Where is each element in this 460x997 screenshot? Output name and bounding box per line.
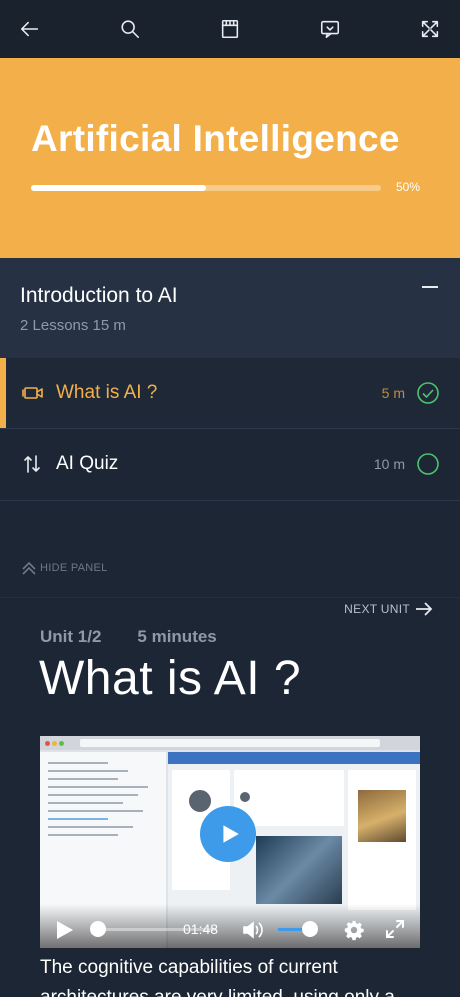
hide-panel-button[interactable]: HIDE PANEL [20, 560, 108, 576]
expand-button[interactable] [418, 17, 442, 41]
active-indicator [0, 358, 6, 428]
lesson-item-what-is-ai[interactable]: What is AI ? 5 m [0, 358, 460, 428]
fullscreen-icon [386, 920, 404, 938]
section-title: Introduction to AI [20, 284, 178, 307]
volume-handle[interactable] [302, 921, 318, 937]
back-button[interactable] [18, 17, 42, 41]
divider [0, 500, 460, 501]
hide-panel-label: HIDE PANEL [40, 562, 108, 574]
settings-button[interactable] [343, 919, 365, 941]
course-title: Artificial Intelligence [31, 118, 400, 159]
quiz-arrows-icon [22, 454, 44, 474]
video-seek-handle[interactable] [90, 921, 106, 937]
video-icon [22, 383, 44, 403]
collapse-icon[interactable] [422, 286, 438, 288]
search-button[interactable] [118, 17, 142, 41]
lesson-duration: 5 m [381, 385, 405, 401]
check-circle-icon [416, 381, 440, 405]
unit-meta: Unit 1/2 5 minutes [40, 627, 253, 647]
empty-circle-icon [416, 452, 440, 476]
video-thumbnail-browser-bar [40, 736, 420, 750]
course-progress-bar [31, 185, 381, 191]
course-progress-label: 50% [395, 180, 420, 194]
course-hero: Artificial Intelligence 50% [0, 58, 460, 258]
unit-number: Unit 1/2 [40, 627, 102, 646]
lesson-title: AI Quiz [56, 453, 119, 474]
course-page: Artificial Intelligence 50% Introduction… [0, 0, 460, 997]
next-unit-label: NEXT UNIT [344, 602, 410, 616]
play-button[interactable] [56, 920, 74, 940]
notes-icon [221, 19, 239, 39]
double-chevron-up-icon [22, 561, 36, 575]
divider [0, 597, 460, 598]
expand-icon [421, 20, 439, 38]
gear-icon [344, 920, 364, 941]
video-play-overlay-button[interactable] [200, 806, 256, 862]
volume-icon [243, 921, 263, 939]
video-player[interactable]: 01:48 [40, 736, 420, 948]
back-arrow-icon [20, 21, 39, 37]
chat-button[interactable] [318, 17, 342, 41]
notes-button[interactable] [218, 17, 242, 41]
play-icon [57, 921, 73, 939]
top-toolbar [0, 0, 460, 58]
unit-duration: 5 minutes [137, 627, 217, 646]
unit-title: What is AI ? [39, 652, 302, 705]
course-progress-fill [31, 185, 206, 191]
arrow-right-icon [416, 602, 433, 616]
video-controls: 01:48 [40, 904, 420, 948]
next-unit-button[interactable]: NEXT UNIT [344, 601, 434, 617]
lesson-title: What is AI ? [56, 382, 158, 403]
lesson-content-text: The cognitive capabilities of current ar… [40, 957, 395, 997]
section-header[interactable]: Introduction to AI 2 Lessons 15 m [0, 258, 460, 358]
play-icon [223, 825, 239, 843]
section-meta: 2 Lessons 15 m [20, 317, 126, 334]
search-icon [121, 20, 140, 39]
video-time: 01:48 [183, 921, 219, 937]
fullscreen-button[interactable] [384, 918, 406, 940]
lesson-item-ai-quiz[interactable]: AI Quiz 10 m [0, 429, 460, 499]
volume-button[interactable] [242, 920, 264, 940]
chat-icon [320, 20, 340, 39]
lesson-duration: 10 m [373, 456, 405, 472]
